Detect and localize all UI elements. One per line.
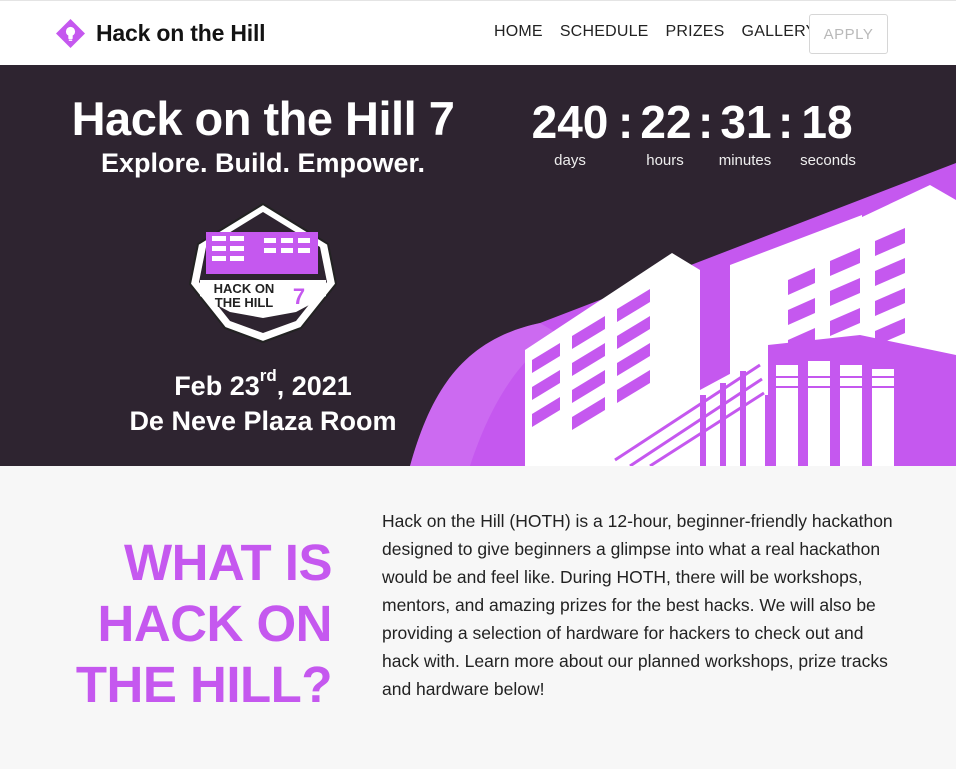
countdown-separator: : bbox=[778, 96, 794, 148]
countdown-hours-value: 22 bbox=[640, 96, 692, 148]
countdown-days-label: days bbox=[554, 152, 586, 169]
countdown-separator: : bbox=[618, 96, 634, 148]
countdown-seconds-value: 18 bbox=[801, 96, 853, 148]
event-date-year: , 2021 bbox=[276, 371, 352, 401]
countdown-days-value: 240 bbox=[531, 96, 609, 148]
countdown-timer: 240 : 22 : 31 : 18 days hours minutes se… bbox=[0, 95, 956, 175]
event-date: Feb 23rd, 2021 bbox=[0, 366, 526, 402]
about-heading-line: HACK ON bbox=[97, 595, 333, 652]
lightbulb-diamond-logo-icon bbox=[56, 18, 85, 48]
about-heading-line: THE HILL? bbox=[75, 656, 333, 713]
brand-name: Hack on the Hill bbox=[96, 19, 266, 46]
brand-link[interactable]: Hack on the Hill bbox=[55, 17, 266, 49]
countdown-minutes-label: minutes bbox=[718, 152, 772, 169]
nav-gallery-link[interactable]: GALLERY bbox=[742, 23, 817, 41]
badge-number: 7 bbox=[293, 284, 305, 309]
nav-schedule-link[interactable]: SCHEDULE bbox=[560, 23, 649, 41]
nav-prizes-link[interactable]: PRIZES bbox=[666, 23, 725, 41]
about-description: Hack on the Hill (HOTH) is a 12-hour, be… bbox=[382, 511, 893, 699]
hero-banner: Hack on the Hill 7 Explore. Build. Empow… bbox=[0, 65, 956, 466]
countdown-seconds-label: seconds bbox=[800, 152, 856, 169]
about-section: WHAT IS HACK ON THE HILL? Hack on the Hi… bbox=[0, 466, 956, 769]
main-menu: HOME SCHEDULE PRIZES GALLERY bbox=[494, 23, 833, 41]
event-date-day: Feb 23 bbox=[174, 371, 260, 401]
countdown-hours-label: hours bbox=[646, 152, 684, 169]
apply-button[interactable]: APPLY bbox=[809, 14, 888, 54]
event-venue: De Neve Plaza Room bbox=[129, 406, 397, 436]
badge-line-2: THE HILL bbox=[215, 295, 274, 310]
top-navbar: Hack on the Hill HOME SCHEDULE PRIZES GA… bbox=[0, 0, 956, 65]
badge-line-1: HACK ON bbox=[214, 281, 275, 296]
countdown-minutes-value: 31 bbox=[720, 96, 772, 148]
nav-home-link[interactable]: HOME bbox=[494, 23, 543, 41]
about-heading-line: WHAT IS bbox=[123, 534, 333, 591]
countdown-separator: : bbox=[698, 96, 714, 148]
about-heading: WHAT IS HACK ON THE HILL? bbox=[60, 532, 333, 715]
event-date-suffix: rd bbox=[259, 366, 277, 385]
hoth7-badge-logo: HACK ON THE HILL 7 bbox=[188, 202, 338, 344]
